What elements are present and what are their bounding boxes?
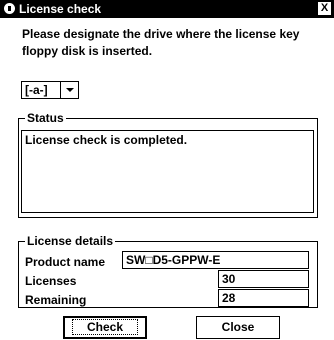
status-group-label: Status — [25, 111, 66, 125]
license-details-label: License details — [25, 234, 116, 248]
status-group: Status License check is completed. — [18, 111, 318, 218]
licenses-label: Licenses — [25, 274, 77, 288]
drive-select[interactable]: [-a-] — [21, 81, 79, 99]
close-button[interactable]: Close — [196, 316, 280, 339]
license-details-group: License details Product name SW□D5-GPPW-… — [18, 234, 318, 308]
licenses-field: 30 — [218, 270, 309, 288]
product-name-field: SW□D5-GPPW-E — [122, 251, 309, 269]
check-button[interactable]: Check — [63, 316, 147, 339]
remaining-field: 28 — [218, 289, 309, 307]
instruction-text: Please designate the drive where the lic… — [22, 27, 300, 58]
window-close-button[interactable]: X — [318, 2, 331, 15]
product-name-label: Product name — [25, 255, 106, 269]
app-icon — [4, 3, 15, 14]
window-title: License check — [19, 2, 102, 16]
status-textbox: License check is completed. — [21, 130, 314, 213]
chevron-down-icon[interactable] — [60, 82, 78, 98]
remaining-label: Remaining — [25, 293, 87, 307]
status-text: License check is completed. — [25, 133, 188, 147]
title-bar[interactable]: License check X — [0, 0, 334, 18]
check-button-label: Check — [71, 319, 139, 335]
license-check-dialog: License check X Please designate the dri… — [0, 0, 334, 340]
drive-selected-value: [-a-] — [25, 83, 48, 97]
